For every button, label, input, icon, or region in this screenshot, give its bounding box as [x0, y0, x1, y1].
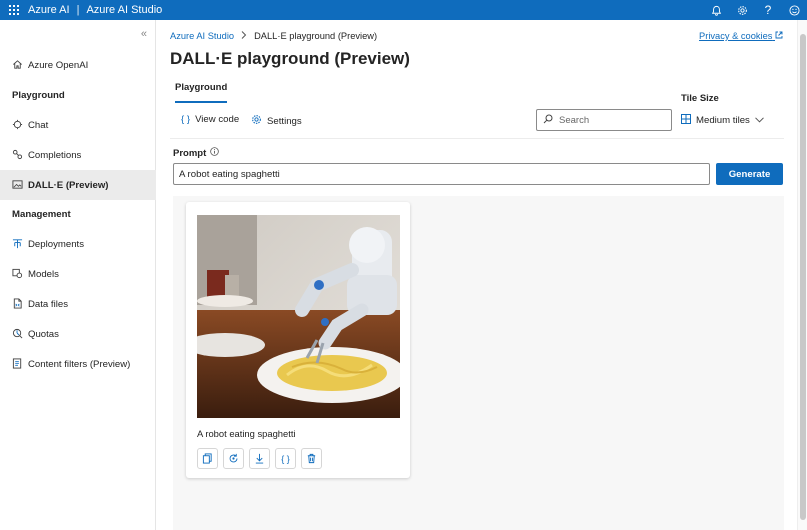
- app-launcher-icon[interactable]: [0, 0, 28, 20]
- code-icon[interactable]: { }: [275, 448, 296, 469]
- sidebar-item-label: Content filters (Preview): [28, 358, 131, 370]
- scrollbar-thumb[interactable]: [800, 34, 806, 520]
- view-code-button[interactable]: { } View code: [181, 114, 239, 125]
- main-content: Azure AI Studio DALL·E playground (Previ…: [157, 20, 797, 530]
- sidebar-item-label: Deployments: [28, 238, 84, 250]
- info-icon[interactable]: [210, 147, 220, 159]
- deployments-icon: [12, 238, 24, 250]
- download-icon[interactable]: [249, 448, 270, 469]
- settings-button[interactable]: Settings: [251, 114, 302, 128]
- active-tab-indicator: [175, 101, 227, 103]
- home-icon: [12, 59, 24, 71]
- prompt-label-text: Prompt: [173, 147, 207, 159]
- code-braces-icon: { }: [181, 114, 191, 125]
- brand-separator: |: [76, 4, 80, 16]
- quotas-icon: [12, 328, 24, 340]
- completions-icon: [12, 149, 24, 161]
- image-caption: A robot eating spaghetti: [197, 428, 296, 439]
- breadcrumb-root[interactable]: Azure AI Studio: [170, 31, 234, 41]
- search-icon: [543, 114, 553, 127]
- sidebar-item-label: Chat: [28, 119, 49, 131]
- bell-icon[interactable]: [703, 5, 729, 16]
- models-icon: [12, 268, 24, 280]
- brand-name[interactable]: Azure AI: [28, 4, 70, 16]
- sidebar-item-label: DALL·E (Preview): [28, 179, 109, 191]
- sidebar-item-dalle[interactable]: DALL·E (Preview): [0, 170, 156, 200]
- privacy-link-label: Privacy & cookies: [699, 31, 773, 41]
- tile-size-label: Tile Size: [681, 93, 719, 104]
- sidebar-item-content-filters[interactable]: Content filters (Preview): [0, 349, 156, 379]
- search-input[interactable]: Search: [536, 109, 672, 131]
- toolbar-divider: [170, 138, 784, 139]
- sidebar-item-chat[interactable]: Chat: [0, 110, 156, 140]
- chevron-right-icon: [241, 31, 247, 41]
- sidebar-item-completions[interactable]: Completions: [0, 140, 156, 170]
- prompt-input[interactable]: A robot eating spaghetti: [173, 163, 710, 185]
- generate-button[interactable]: Generate: [716, 163, 783, 185]
- settings-label: Settings: [267, 115, 302, 127]
- sidebar-section-playground: Playground: [12, 90, 65, 101]
- tab-playground[interactable]: Playground: [175, 82, 227, 99]
- image-gallery: A robot eating spaghetti { }: [173, 196, 784, 530]
- delete-icon[interactable]: [301, 448, 322, 469]
- sidebar-item-label: Quotas: [28, 328, 59, 340]
- regenerate-icon[interactable]: [223, 448, 244, 469]
- privacy-link[interactable]: Privacy & cookies: [699, 31, 783, 41]
- sidebar-item-label: Azure OpenAI: [28, 59, 89, 71]
- sidebar-item-deployments[interactable]: Deployments: [0, 229, 156, 259]
- view-code-label: View code: [195, 114, 240, 125]
- sidebar-item-models[interactable]: Models: [0, 259, 156, 289]
- image-actions: { }: [197, 448, 322, 469]
- external-link-icon: [775, 31, 783, 41]
- generated-image[interactable]: [197, 215, 400, 418]
- image-icon: [12, 179, 24, 191]
- sidebar-item-quotas[interactable]: Quotas: [0, 319, 156, 349]
- search-placeholder: Search: [559, 114, 590, 126]
- product-name[interactable]: Azure AI Studio: [86, 4, 162, 16]
- sidebar-section-management: Management: [12, 209, 71, 220]
- page-title: DALL·E playground (Preview): [170, 49, 410, 68]
- tile-size-dropdown[interactable]: Medium tiles: [681, 114, 764, 127]
- sidebar-item-data-files[interactable]: Data files: [0, 289, 156, 319]
- feedback-icon[interactable]: [781, 4, 807, 16]
- tile-size-value: Medium tiles: [696, 115, 750, 126]
- chat-icon: [12, 119, 24, 131]
- sidebar-item-azure-openai[interactable]: Azure OpenAI: [0, 50, 156, 80]
- data-files-icon: [12, 298, 24, 310]
- collapse-sidebar-icon[interactable]: «: [141, 28, 147, 40]
- gear-icon[interactable]: [729, 5, 755, 16]
- sidebar-item-label: Models: [28, 268, 59, 280]
- chevron-down-icon: [755, 115, 764, 126]
- copy-icon[interactable]: [197, 448, 218, 469]
- sidebar-item-label: Completions: [28, 149, 82, 161]
- gear-icon: [251, 114, 262, 128]
- grid-icon: [681, 114, 691, 127]
- sidebar: « Azure OpenAI Playground Chat Completio…: [0, 20, 156, 530]
- help-icon[interactable]: ?: [755, 3, 781, 17]
- vertical-scrollbar[interactable]: [797, 20, 807, 530]
- image-card[interactable]: A robot eating spaghetti { }: [186, 202, 410, 478]
- breadcrumb-current: DALL·E playground (Preview): [254, 31, 378, 41]
- content-filters-icon: [12, 358, 24, 370]
- top-bar: Azure AI | Azure AI Studio ?: [0, 0, 807, 20]
- breadcrumb: Azure AI Studio DALL·E playground (Previ…: [170, 31, 377, 41]
- sidebar-item-label: Data files: [28, 298, 68, 310]
- prompt-label: Prompt: [173, 147, 220, 159]
